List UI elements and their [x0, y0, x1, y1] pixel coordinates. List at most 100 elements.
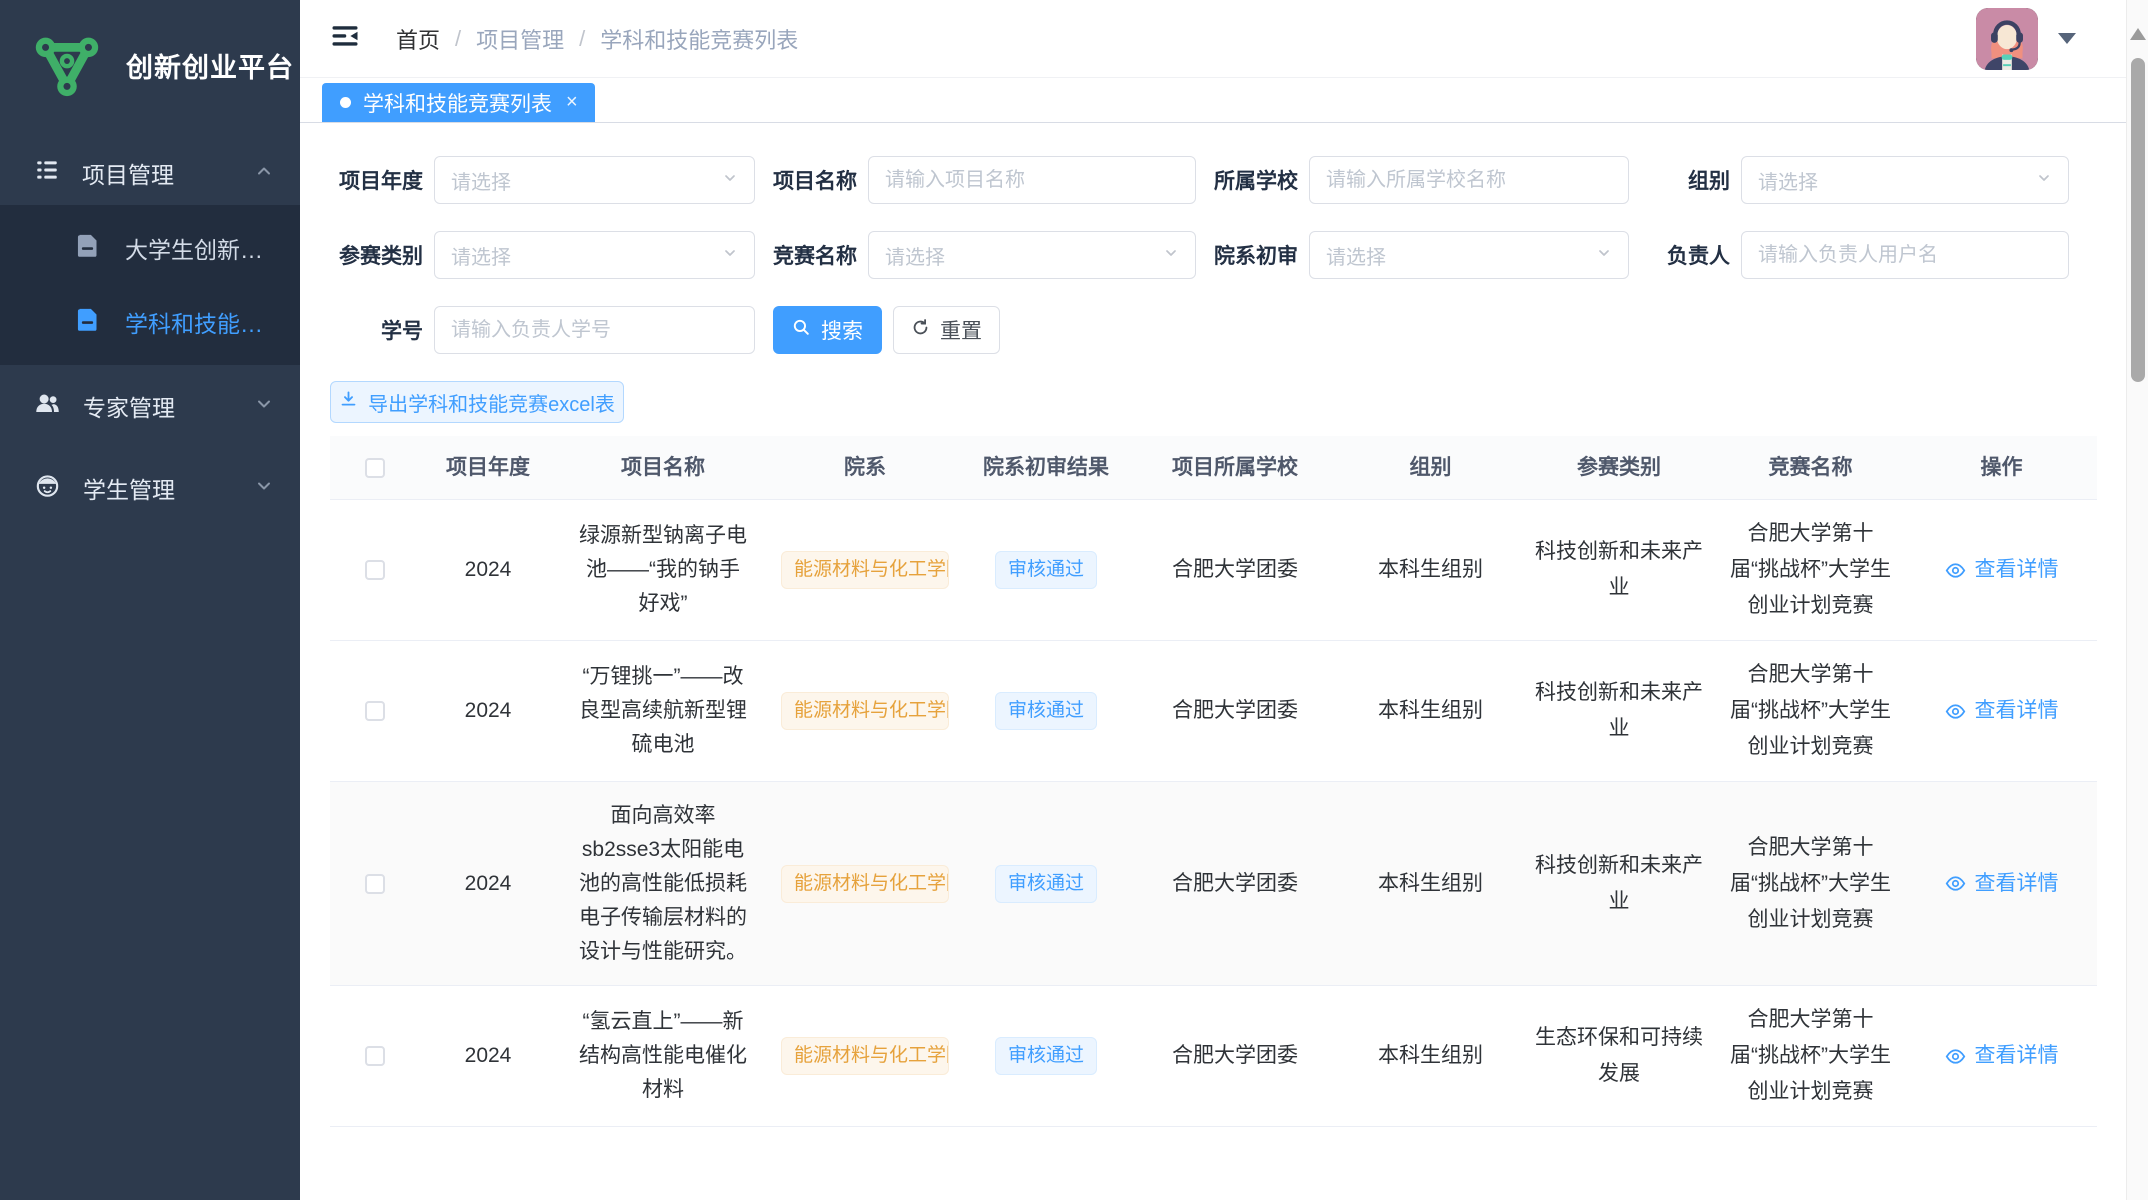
competition-select[interactable]: 请选择: [868, 231, 1196, 279]
header-competition: 竞赛名称: [1715, 450, 1906, 486]
header-group: 组别: [1338, 450, 1523, 486]
collapse-sidebar-icon[interactable]: [330, 21, 360, 56]
cell-school: 合肥大学团委: [1132, 986, 1338, 1126]
user-menu-caret-icon[interactable]: [2058, 33, 2076, 44]
review-status-tag: 审核通过: [995, 1037, 1097, 1075]
chevron-down-icon: [1163, 245, 1179, 266]
chevron-down-icon: [722, 170, 738, 191]
view-detail-link[interactable]: 查看详情: [1945, 552, 2059, 588]
cell-school: 合肥大学团委: [1132, 641, 1338, 781]
tabbar: 学科和技能竞赛列表 ×: [300, 78, 2126, 123]
dept-tag: 能源材料与化工学院: [781, 865, 949, 903]
sidebar-item-label: 大学生创新…: [125, 231, 263, 265]
cell-year: 2024: [420, 641, 556, 781]
breadcrumb-project-management[interactable]: 项目管理: [476, 23, 564, 55]
filter-row-1: 项目年度 请选择 项目名称 所属学校 组别 请选择: [330, 156, 2097, 204]
row-checkbox[interactable]: [365, 701, 385, 721]
tab-active-dot-icon: [340, 97, 351, 108]
sidebar-item-project-management[interactable]: 项目管理: [0, 141, 300, 205]
filter-label-competition: 竞赛名称: [770, 240, 857, 270]
view-detail-link[interactable]: 查看详情: [1945, 693, 2059, 729]
cell-competition: 合肥大学第十届“挑战杯”大学生创业计划竞赛: [1715, 1127, 1906, 1200]
content: 项目年度 请选择 项目名称 所属学校 组别 请选择 参赛类别: [300, 123, 2126, 1200]
review-status-tag: 审核通过: [995, 692, 1097, 730]
cell-competition: 合肥大学第十届“挑战杯”大学生创业计划竞赛: [1715, 641, 1906, 781]
sidebar-item-subject-skill-competition[interactable]: 学科和技能…: [0, 285, 300, 359]
chevron-up-icon: [254, 160, 274, 187]
cell-year: [420, 1127, 556, 1200]
row-checkbox[interactable]: [365, 560, 385, 580]
reset-button[interactable]: 重置: [893, 306, 1000, 354]
cell-category: 科技创新和未来产业: [1523, 641, 1715, 781]
sidebar-item-student-management[interactable]: 学生管理: [0, 447, 300, 529]
select-placeholder: 请选择: [1758, 166, 2028, 195]
tab-close-icon[interactable]: ×: [564, 91, 580, 114]
header-year: 项目年度: [420, 450, 556, 486]
student-id-input[interactable]: [434, 306, 755, 354]
review-status-tag: 审核通过: [995, 551, 1097, 589]
scrollbar-up-arrow[interactable]: [2130, 28, 2146, 40]
cell-competition: 合肥大学第十届“挑战杯”大学生创业计划竞赛: [1715, 782, 1906, 985]
sidebar-item-student-innovation[interactable]: 大学生创新…: [0, 211, 300, 285]
user-avatar[interactable]: [1976, 8, 2038, 70]
search-button-label: 搜索: [821, 315, 863, 345]
cell-category: 科技创新和未来产业: [1523, 782, 1715, 985]
sidebar-item-label: 学生管理: [83, 471, 254, 505]
filter-row-3: 学号 搜索 重置: [330, 306, 2097, 354]
cell-category: 生态环保和可持续发展: [1523, 986, 1715, 1126]
table-row: 2024 绿源新型钠离子电池——“我的钠手好戏” 能源材料与化工学院 审核通过 …: [330, 500, 2097, 641]
category-select[interactable]: 请选择: [434, 231, 755, 279]
sidebar-item-label: 专家管理: [83, 389, 254, 423]
tab-subject-skill-competition[interactable]: 学科和技能竞赛列表 ×: [322, 83, 595, 122]
filter-row-2: 参赛类别 请选择 竞赛名称 请选择 院系初审 请选择 负责人: [330, 231, 2097, 279]
view-detail-label: 查看详情: [1975, 866, 2059, 902]
topbar: 首页 / 项目管理 / 学科和技能竞赛列表: [300, 0, 2126, 78]
page: 创新创业平台 项目管理: [0, 0, 2148, 1200]
view-detail-link[interactable]: 查看详情: [1945, 866, 2059, 902]
select-all-checkbox[interactable]: [365, 458, 385, 478]
chevron-down-icon: [254, 393, 274, 420]
cell-group: 本科生组别: [1338, 641, 1523, 781]
project-name-input[interactable]: [868, 156, 1196, 204]
logo-row: 创新创业平台: [0, 0, 300, 107]
sidebar-item-expert-management[interactable]: 专家管理: [0, 365, 300, 447]
tab-label: 学科和技能竞赛列表: [363, 88, 552, 118]
export-excel-button[interactable]: 导出学科和技能竞赛excel表: [330, 381, 624, 423]
filter-label-project-name: 项目名称: [770, 165, 857, 195]
table-row: 2024 面向高效率sb2sse3太阳能电池的高性能低损耗电子传输层材料的设计与…: [330, 782, 2097, 986]
search-button[interactable]: 搜索: [773, 306, 882, 354]
leader-input[interactable]: [1741, 231, 2069, 279]
document-icon: [74, 306, 101, 339]
dept-tag: 能源材料与化工学院: [781, 551, 949, 589]
year-select[interactable]: 请选择: [434, 156, 755, 204]
view-detail-link[interactable]: 查看详情: [1945, 1038, 2059, 1074]
group-select[interactable]: 请选择: [1741, 156, 2069, 204]
header-review: 院系初审结果: [960, 450, 1132, 486]
sidebar: 创新创业平台 项目管理: [0, 0, 300, 1200]
school-input[interactable]: [1309, 156, 1629, 204]
cell-group: 本科生组别: [1338, 500, 1523, 640]
row-checkbox[interactable]: [365, 874, 385, 894]
view-detail-label: 查看详情: [1975, 1038, 2059, 1074]
filter-label-school: 所属学校: [1204, 165, 1298, 195]
review-select[interactable]: 请选择: [1309, 231, 1629, 279]
filter-label-leader: 负责人: [1659, 240, 1730, 270]
cell-name: 面向高效率sb2sse3太阳能电池的高性能低损耗电子传输层材料的设计与性能研究。: [556, 782, 770, 985]
filter-label-category: 参赛类别: [330, 240, 423, 270]
table-row: “剂到病除”—兼具pH响应和光热治 能源材料与化工学院 审核通过 科技创新和未来…: [330, 1127, 2097, 1200]
sidebar-item-label: 项目管理: [82, 156, 254, 190]
refresh-icon: [911, 318, 930, 343]
scrollbar: [2126, 0, 2148, 1200]
people-icon: [34, 390, 61, 423]
dept-tag: 能源材料与化工学院: [781, 1037, 949, 1075]
row-checkbox[interactable]: [365, 1046, 385, 1066]
scrollbar-thumb[interactable]: [2131, 58, 2145, 382]
cell-group: 本科生组别: [1338, 782, 1523, 985]
breadcrumb-current-page: 学科和技能竞赛列表: [600, 23, 798, 55]
cell-school: 合肥大学团委: [1132, 782, 1338, 985]
breadcrumb-home[interactable]: 首页: [396, 23, 440, 55]
select-placeholder: 请选择: [885, 241, 1155, 270]
select-placeholder: 请选择: [451, 241, 714, 270]
table-header: 项目年度 项目名称 院系 院系初审结果 项目所属学校 组别 参赛类别 竞赛名称 …: [330, 436, 2097, 500]
table-row: 2024 “氢云直上”——新结构高性能电催化材料 能源材料与化工学院 审核通过 …: [330, 986, 2097, 1127]
